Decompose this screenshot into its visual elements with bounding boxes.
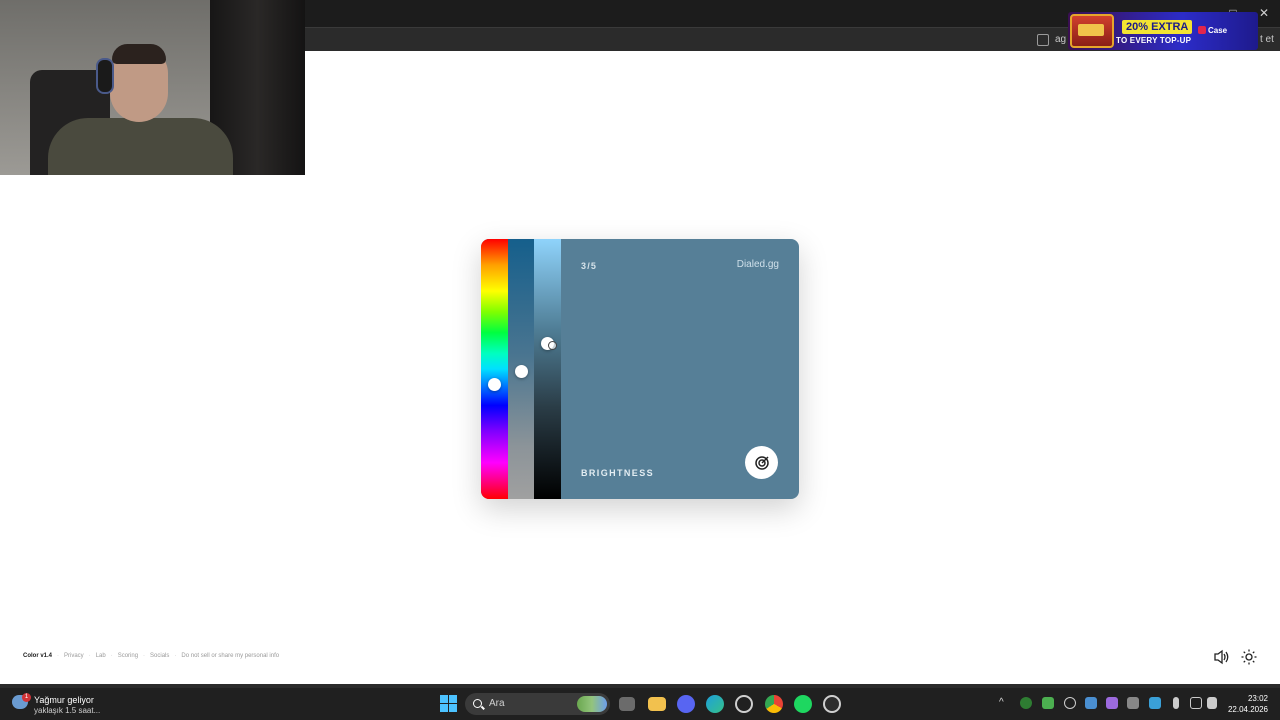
system-clock[interactable]: 23:02 22.04.2026 (1228, 693, 1268, 715)
tray-app4-icon[interactable] (1127, 697, 1139, 709)
close-icon[interactable]: ✕ (1257, 6, 1271, 20)
promo-banner[interactable]: 20% EXTRA TO EVERY TOP-UP Case (1068, 12, 1258, 50)
toolbar-text: ag (1055, 34, 1067, 45)
tray-app5-icon[interactable] (1149, 697, 1161, 709)
extensions-icon[interactable] (1037, 34, 1049, 46)
search-icon (473, 699, 482, 708)
network-icon[interactable] (1190, 697, 1202, 709)
mode-label: BRIGHTNESS (581, 468, 655, 478)
spotify-icon[interactable] (794, 695, 812, 713)
theme-toggle-button[interactable] (1241, 649, 1257, 665)
microphone-icon[interactable] (1173, 697, 1179, 709)
brightness-slider[interactable] (534, 239, 561, 499)
toolbar-text-right: t et (1260, 34, 1274, 45)
page-footer: Color v1.4 · Privacy · Lab · Scoring · S… (23, 653, 280, 659)
tray-overflow-icon[interactable]: ^ (999, 697, 1011, 709)
weather-badge: 1 (22, 693, 31, 702)
headset-icon (96, 58, 114, 94)
treasure-chest-icon (1070, 14, 1114, 48)
windows-start-icon[interactable] (440, 695, 458, 713)
submit-guess-button[interactable] (745, 446, 778, 479)
folder-icon[interactable] (648, 697, 666, 711)
brand-logo-icon (1198, 26, 1206, 34)
footer-link-do-not-sell[interactable]: Do not sell or share my personal info (181, 653, 279, 659)
tray-app2-icon[interactable] (1064, 697, 1076, 709)
taskbar-search[interactable]: Ara (465, 693, 610, 715)
volume-icon[interactable] (1207, 697, 1217, 709)
step-counter: 3/5 (581, 261, 598, 271)
promo-topup: TO EVERY TOP-UP (1116, 36, 1192, 45)
footer-link-lab[interactable]: Lab (96, 653, 106, 659)
promo-extra: 20% EXTRA (1122, 20, 1193, 34)
app-icon[interactable] (735, 695, 753, 713)
app-arrow-icon[interactable] (823, 695, 841, 713)
steam-icon[interactable] (1085, 697, 1097, 709)
footer-link-socials[interactable]: Socials (150, 653, 169, 659)
promo-brand: Case (1208, 26, 1228, 35)
tray-app-icon[interactable] (1020, 697, 1032, 709)
saturation-slider-handle[interactable] (515, 365, 528, 378)
footer-link-scoring[interactable]: Scoring (118, 653, 138, 659)
tray-app3-icon[interactable] (1106, 697, 1118, 709)
weather-widget[interactable]: 1 Yağmur geliyor yaklaşık 1.5 saat... (12, 693, 122, 717)
footer-link-privacy[interactable]: Privacy (64, 653, 84, 659)
edge-icon[interactable] (706, 695, 724, 713)
saturation-slider[interactable] (508, 239, 534, 499)
version-label: Color v1.4 (23, 653, 53, 659)
weather-subtitle: yaklaşık 1.5 saat... (34, 706, 101, 715)
hue-slider[interactable] (481, 239, 508, 499)
target-icon (754, 455, 769, 470)
chrome-icon[interactable] (765, 695, 783, 713)
webcam-overlay (0, 0, 305, 175)
clock-time: 23:02 (1247, 694, 1268, 703)
clock-date: 22.04.2026 (1227, 705, 1268, 714)
search-highlight-icon (577, 696, 607, 712)
sound-toggle-button[interactable] (1213, 649, 1231, 665)
hue-slider-handle[interactable] (488, 378, 501, 391)
file-explorer-icon[interactable] (619, 697, 635, 711)
tray-play-icon[interactable] (1042, 697, 1054, 709)
search-placeholder: Ara (489, 698, 505, 709)
taskbar: 1 Yağmur geliyor yaklaşık 1.5 saat... Ar… (0, 688, 1280, 720)
color-card: 3/5 Dialed.gg BRIGHTNESS (481, 239, 799, 499)
discord-icon[interactable] (677, 695, 695, 713)
sun-icon (1241, 649, 1257, 665)
mouse-cursor-icon (548, 341, 557, 350)
weather-title: Yağmur geliyor (34, 695, 94, 705)
speaker-icon (1214, 649, 1229, 665)
site-brand: Dialed.gg (736, 259, 779, 270)
